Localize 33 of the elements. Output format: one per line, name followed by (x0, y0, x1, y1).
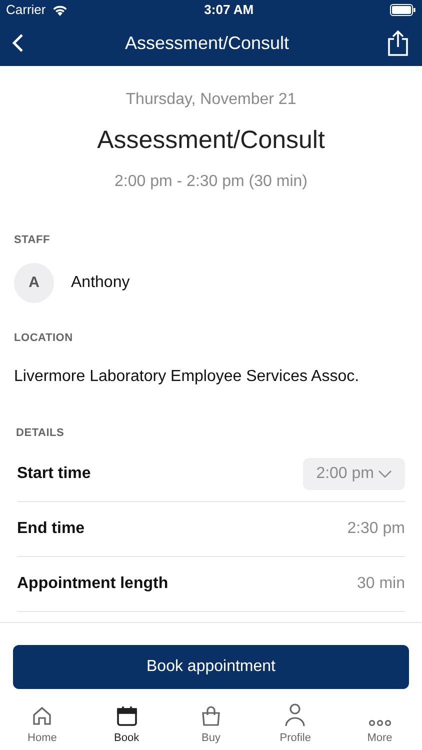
status-time: 3:07 AM (204, 1, 254, 20)
share-button[interactable] (386, 29, 410, 57)
tab-bar-item[interactable]: Profile (265, 698, 326, 746)
book-appointment-button[interactable]: Book appointment (13, 645, 409, 689)
person-icon (284, 702, 306, 726)
more-icon (368, 718, 392, 726)
staff-name: Anthony (71, 273, 130, 293)
detail-value: 30 min (356, 574, 405, 594)
section-label: STAFF (14, 232, 51, 248)
calendar-icon (116, 704, 138, 726)
detail-label: Start time (17, 464, 91, 484)
detail-value: 2:30 pm (347, 519, 405, 539)
wifi-icon (52, 4, 68, 16)
detail-label: Appointment length (17, 574, 168, 594)
staff-avatar: A (14, 263, 54, 303)
tab-bar-item[interactable]: Home (12, 698, 72, 746)
tab-bar-item[interactable]: Buy (180, 698, 241, 746)
carrier-label: Carrier (6, 1, 46, 20)
appointment-title: Assessment/Consult (97, 125, 325, 156)
tab-bar-item[interactable]: Book (96, 698, 157, 746)
section-label: DETAILS (16, 426, 66, 440)
start-time-dropdown[interactable]: 2:00 pm (303, 458, 405, 490)
detail-label: End time (17, 519, 85, 539)
section-label: LOCATION (14, 331, 74, 346)
home-icon (31, 704, 54, 726)
tab-bar-item[interactable]: More (350, 698, 410, 746)
bag-icon (200, 704, 222, 726)
location-name: Livermore Laboratory Employee Services Assoc. (14, 366, 360, 386)
nav-title: Assessment/Consult (124, 32, 290, 54)
chevron-down-icon (378, 470, 392, 478)
battery-icon (390, 4, 416, 16)
appointment-date: Thursday, November 21 (126, 90, 296, 110)
appointment-time-range: 2:00 pm - 2:30 pm (30 min) (114, 172, 308, 192)
